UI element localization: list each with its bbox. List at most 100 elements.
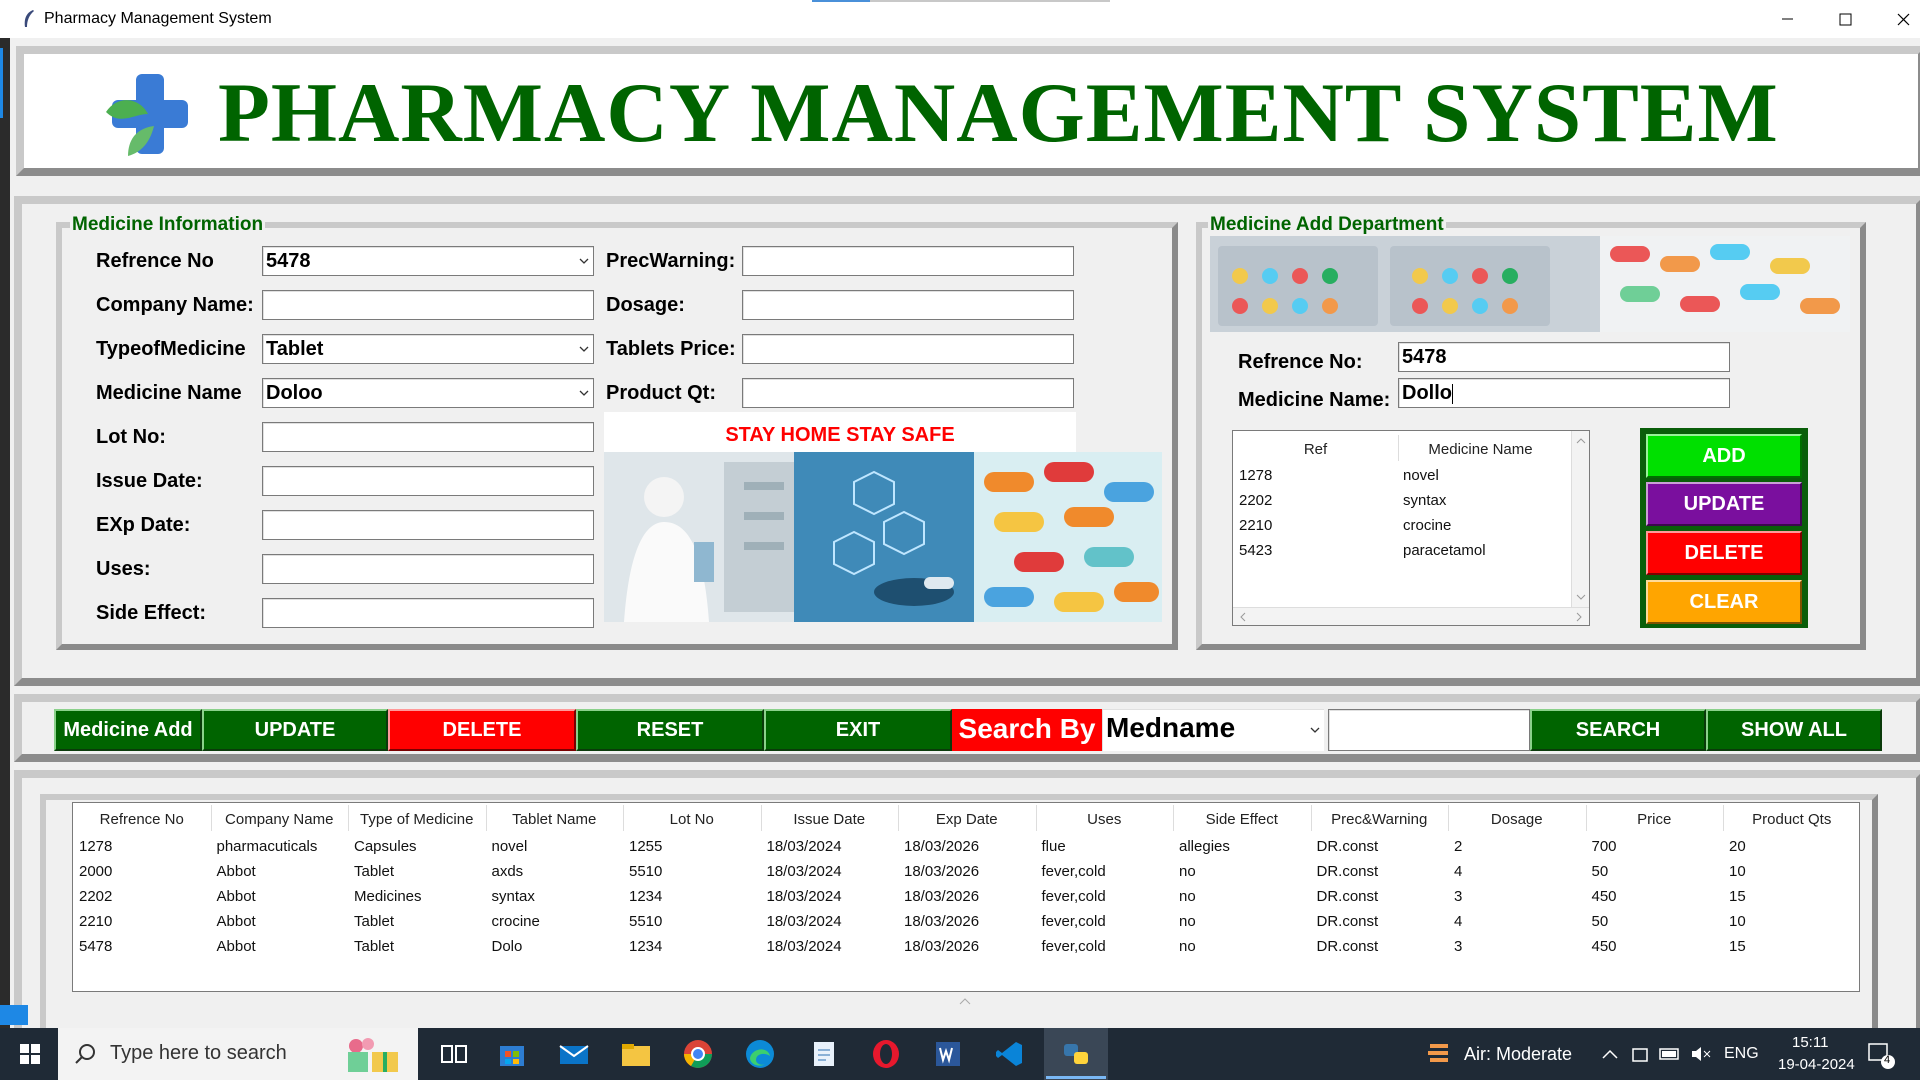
medicine-name-cell[interactable]: paracetamol <box>1403 542 1486 559</box>
store-icon[interactable] <box>496 1038 528 1070</box>
col-header-uses[interactable]: Uses <box>1036 811 1174 828</box>
ref-cell[interactable]: 5423 <box>1239 542 1272 559</box>
record-cell-lot-no[interactable]: 1255 <box>629 838 662 855</box>
record-cell-product-qts[interactable]: 15 <box>1729 938 1746 955</box>
record-cell-refrence-no[interactable]: 2202 <box>79 888 112 905</box>
dept-ref-no-field[interactable]: 5478 <box>1398 342 1730 372</box>
delete-button[interactable]: DELETE <box>388 709 576 751</box>
record-cell-refrence-no[interactable]: 2210 <box>79 913 112 930</box>
record-cell-product-qts[interactable]: 10 <box>1729 913 1746 930</box>
ref-no-combobox[interactable]: 5478 <box>262 246 594 276</box>
record-cell-type-of-medicine[interactable]: Tablet <box>354 913 394 930</box>
record-cell-tablet-name[interactable]: Dolo <box>492 938 523 955</box>
side-effect-field[interactable] <box>262 598 594 628</box>
record-cell-tablet-name[interactable]: novel <box>492 838 528 855</box>
word-icon[interactable] <box>932 1038 964 1070</box>
record-cell-issue-date[interactable]: 18/03/2024 <box>767 888 842 905</box>
record-cell-price[interactable]: 700 <box>1592 838 1617 855</box>
update-button[interactable]: UPDATE <box>202 709 388 751</box>
col-header-product-qts[interactable]: Product Qts <box>1723 811 1861 828</box>
dept-medicine-name-field[interactable]: Dollo <box>1398 378 1730 408</box>
record-cell-dosage[interactable]: 4 <box>1454 913 1462 930</box>
record-cell-lot-no[interactable]: 1234 <box>629 888 662 905</box>
maximize-button[interactable] <box>1818 0 1872 38</box>
col-header-medicine-name[interactable]: Medicine Name <box>1398 441 1563 458</box>
search-by-combobox[interactable]: Medname <box>1102 709 1324 751</box>
search-button[interactable]: SEARCH <box>1530 709 1706 751</box>
record-cell-exp-date[interactable]: 18/03/2026 <box>904 863 979 880</box>
record-cell-tablet-name[interactable]: syntax <box>492 888 535 905</box>
horizontal-scrollbar[interactable] <box>1233 607 1589 625</box>
record-cell-issue-date[interactable]: 18/03/2024 <box>767 863 842 880</box>
chevron-up-icon[interactable] <box>958 994 972 1008</box>
edge-icon[interactable] <box>744 1038 776 1070</box>
record-cell-side-effect[interactable]: allegies <box>1179 838 1230 855</box>
record-cell-dosage[interactable]: 2 <box>1454 838 1462 855</box>
record-cell-uses[interactable]: fever,cold <box>1042 938 1106 955</box>
record-cell-price[interactable]: 450 <box>1592 888 1617 905</box>
record-cell-product-qts[interactable]: 10 <box>1729 863 1746 880</box>
record-cell-exp-date[interactable]: 18/03/2026 <box>904 888 979 905</box>
col-header-side-effect[interactable]: Side Effect <box>1173 811 1311 828</box>
col-header-refrence-no[interactable]: Refrence No <box>73 811 211 828</box>
record-cell-prec-warning[interactable]: DR.const <box>1317 838 1379 855</box>
record-cell-dosage[interactable]: 3 <box>1454 888 1462 905</box>
col-header-tablet-name[interactable]: Tablet Name <box>486 811 624 828</box>
clock-time[interactable]: 15:11 <box>1792 1034 1828 1051</box>
dosage-field[interactable] <box>742 290 1074 320</box>
record-cell-price[interactable]: 450 <box>1592 938 1617 955</box>
mail-icon[interactable] <box>558 1038 590 1070</box>
volume-muted-icon[interactable] <box>1690 1044 1712 1064</box>
col-header-ref[interactable]: Ref <box>1233 441 1398 458</box>
company-name-field[interactable] <box>262 290 594 320</box>
record-cell-product-qts[interactable]: 20 <box>1729 838 1746 855</box>
medicine-name-cell[interactable]: novel <box>1403 467 1439 484</box>
type-of-medicine-combobox[interactable]: Tablet <box>262 334 594 364</box>
record-cell-side-effect[interactable]: no <box>1179 888 1196 905</box>
dept-delete-button[interactable]: DELETE <box>1646 531 1802 575</box>
col-header-issue-date[interactable]: Issue Date <box>761 811 899 828</box>
medicine-name-cell[interactable]: syntax <box>1403 492 1446 509</box>
medicine-ref-table[interactable]: Ref Medicine Name 1278 novel 2202 syntax 221… <box>1232 430 1590 626</box>
vscode-icon[interactable] <box>994 1038 1026 1070</box>
record-cell-product-qts[interactable]: 15 <box>1729 888 1746 905</box>
chrome-icon[interactable] <box>682 1038 714 1070</box>
record-cell-exp-date[interactable]: 18/03/2026 <box>904 913 979 930</box>
weather-text[interactable]: Air: Moderate <box>1464 1044 1572 1065</box>
record-cell-side-effect[interactable]: no <box>1179 913 1196 930</box>
record-cell-company-name[interactable]: Abbot <box>217 913 256 930</box>
record-cell-company-name[interactable]: Abbot <box>217 863 256 880</box>
minimize-button[interactable] <box>1760 0 1814 38</box>
uses-field[interactable] <box>262 554 594 584</box>
issue-date-field[interactable] <box>262 466 594 496</box>
ref-cell[interactable]: 2202 <box>1239 492 1272 509</box>
exit-button[interactable]: EXIT <box>764 709 952 751</box>
record-cell-prec-warning[interactable]: DR.const <box>1317 888 1379 905</box>
col-header-company-name[interactable]: Company Name <box>211 811 349 828</box>
record-cell-issue-date[interactable]: 18/03/2024 <box>767 913 842 930</box>
lot-no-field[interactable] <box>262 422 594 452</box>
record-cell-issue-date[interactable]: 18/03/2024 <box>767 938 842 955</box>
record-cell-company-name[interactable]: Abbot <box>217 938 256 955</box>
record-cell-uses[interactable]: fever,cold <box>1042 913 1106 930</box>
col-header-type-of-medicine[interactable]: Type of Medicine <box>348 811 486 828</box>
record-cell-prec-warning[interactable]: DR.const <box>1317 938 1379 955</box>
record-cell-type-of-medicine[interactable]: Tablet <box>354 938 394 955</box>
col-header-dosage[interactable]: Dosage <box>1448 811 1586 828</box>
record-cell-exp-date[interactable]: 18/03/2026 <box>904 938 979 955</box>
reset-button[interactable]: RESET <box>576 709 764 751</box>
record-cell-issue-date[interactable]: 18/03/2024 <box>767 838 842 855</box>
record-cell-side-effect[interactable]: no <box>1179 863 1196 880</box>
col-header-exp-date[interactable]: Exp Date <box>898 811 1036 828</box>
chevron-up-icon[interactable] <box>1600 1046 1620 1062</box>
record-cell-prec-warning[interactable]: DR.const <box>1317 863 1379 880</box>
record-cell-refrence-no[interactable]: 5478 <box>79 938 112 955</box>
exp-date-field[interactable] <box>262 510 594 540</box>
taskbar-search-box[interactable]: Type here to search <box>58 1028 418 1080</box>
notepad-icon[interactable] <box>808 1038 840 1070</box>
record-cell-tablet-name[interactable]: crocine <box>492 913 540 930</box>
ref-cell[interactable]: 1278 <box>1239 467 1272 484</box>
record-cell-lot-no[interactable]: 5510 <box>629 913 662 930</box>
record-cell-uses[interactable]: fever,cold <box>1042 888 1106 905</box>
prec-warning-field[interactable] <box>742 246 1074 276</box>
